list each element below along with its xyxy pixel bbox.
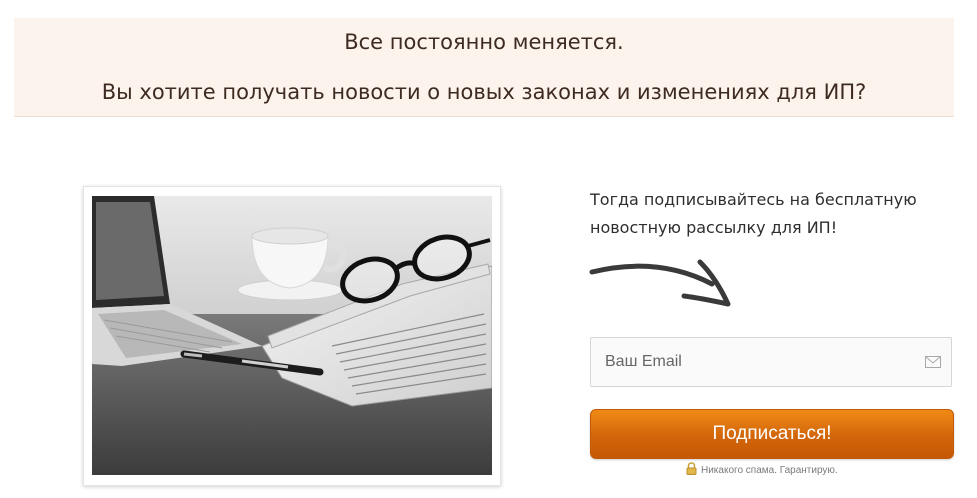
no-spam-note: Никакого спама. Гарантирую. [0,462,977,476]
email-input[interactable] [591,338,911,386]
no-spam-text: Никакого спама. Гарантирую. [701,465,838,476]
banner-question: Вы хотите получать новости о новых закон… [101,80,867,104]
hero-image-frame [83,186,501,486]
lock-icon [686,462,697,475]
subscribe-intro-text: Тогда подписывайтесь на бесплатную новос… [590,186,970,242]
banner-title: Все постоянно меняется. [344,30,624,54]
headline-banner: Все постоянно меняется. Вы хотите получа… [14,18,954,117]
subscribe-button[interactable]: Подписаться! [590,409,954,459]
newspaper-photo-image [92,196,492,475]
intro-line-1: Тогда подписывайтесь на бесплатную [590,190,917,209]
envelope-icon [925,356,941,368]
intro-line-2: новостную рассылку для ИП! [590,218,838,237]
email-field-container [590,337,952,387]
curved-arrow-icon [589,259,731,307]
